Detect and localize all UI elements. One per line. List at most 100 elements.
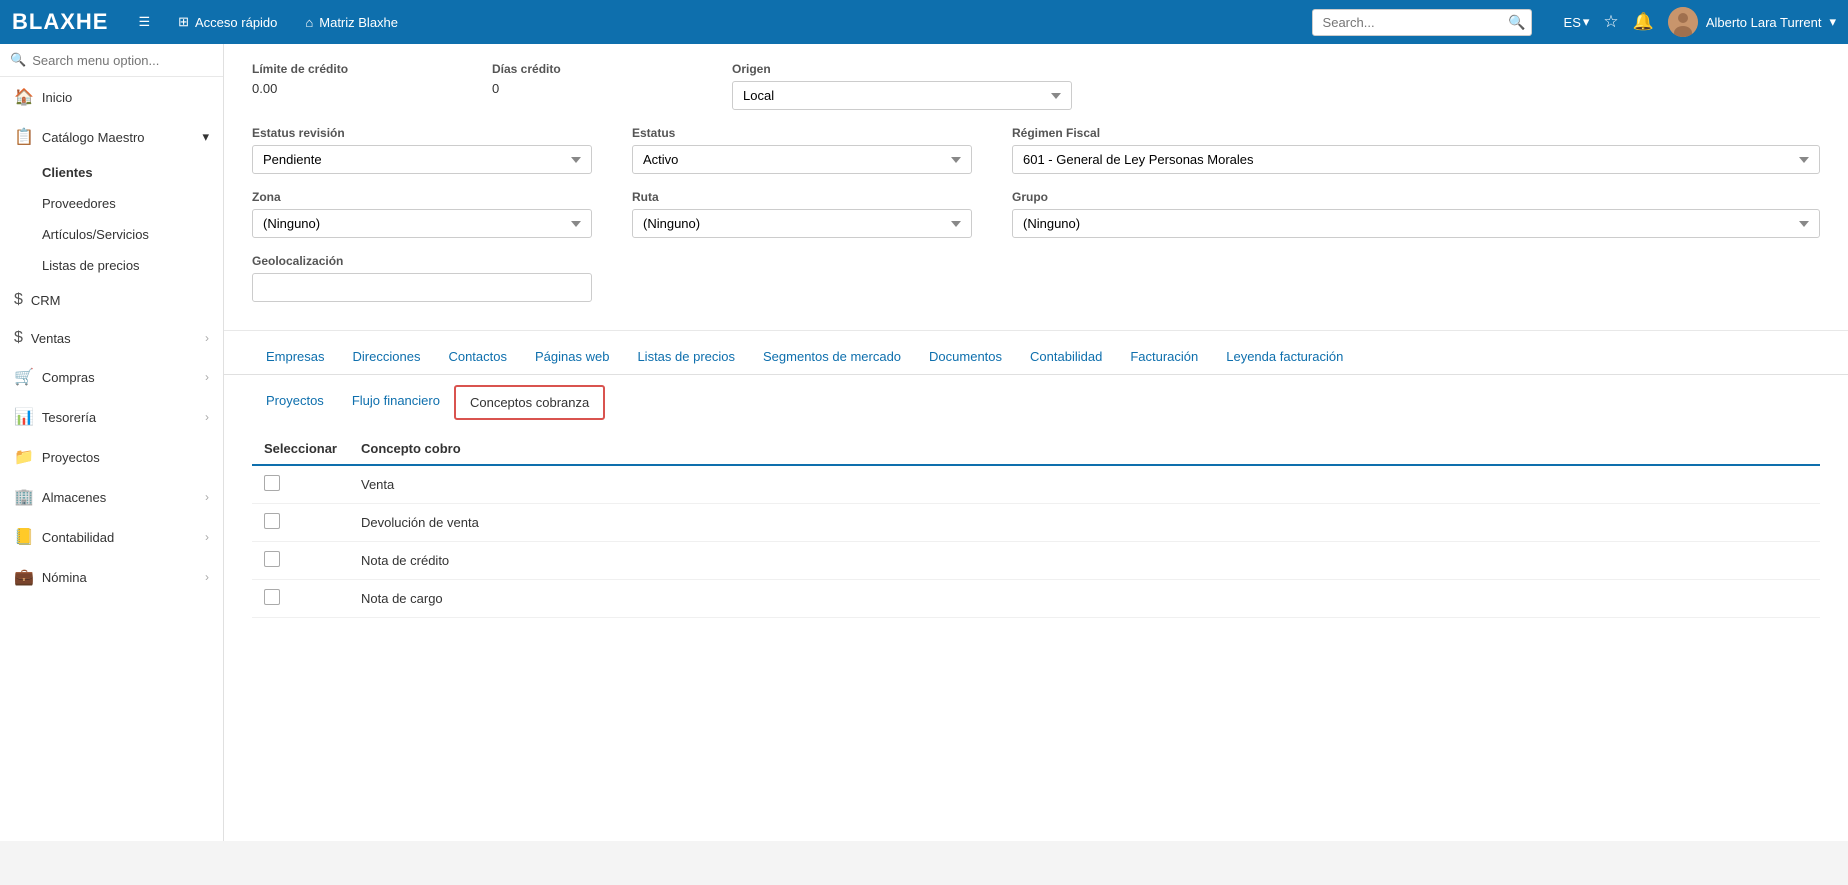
nomina-icon: 💼 [14,567,34,587]
sidebar-label-almacenes: Almacenes [42,490,197,505]
table-row: Nota de cargo [252,580,1820,618]
grid-icon: ⊞ [178,14,189,30]
sidebar-item-compras[interactable]: 🛒 Compras › [0,357,223,397]
tab-listas-precios[interactable]: Listas de precios [623,341,749,374]
chevron-right-icon-3: › [205,410,209,424]
form-row-4: Geolocalización [252,254,1820,302]
form-row-2: Estatus revisión Pendiente Aprobado Rech… [252,126,1820,174]
tab-facturacion[interactable]: Facturación [1116,341,1212,374]
tab-direcciones[interactable]: Direcciones [339,341,435,374]
tab-conceptos-cobranza[interactable]: Conceptos cobranza [454,385,605,420]
select-regimen-fiscal[interactable]: 601 - General de Ley Personas Morales 60… [1012,145,1820,174]
tab-contactos[interactable]: Contactos [434,341,521,374]
tab-leyenda[interactable]: Leyenda facturación [1212,341,1357,374]
sidebar-item-nomina[interactable]: 💼 Nómina › [0,557,223,597]
user-menu[interactable]: Alberto Lara Turrent ▾ [1668,7,1836,37]
select-ruta[interactable]: (Ninguno) Ruta 1 Ruta 2 [632,209,972,238]
cell-concepto-0: Venta [349,465,1820,504]
value-dias-credito: 0 [492,81,692,96]
chevron-down-icon: ▾ [202,129,209,145]
favorites-button[interactable]: ☆ [1603,12,1618,32]
sidebar-label-tesoreria: Tesorería [42,410,197,425]
sidebar-item-proyectos[interactable]: 📁 Proyectos [0,437,223,477]
checkbox-1[interactable] [264,513,280,529]
label-grupo: Grupo [1012,190,1820,204]
language-selector[interactable]: ES ▾ [1564,14,1590,30]
tabs-row-1: Empresas Direcciones Contactos Páginas w… [224,331,1848,375]
tab-paginas-web[interactable]: Páginas web [521,341,623,374]
select-zona[interactable]: (Ninguno) Norte Sur Centro [252,209,592,238]
sidebar-item-catalogo[interactable]: 📋 Catálogo Maestro ▾ [0,117,223,157]
field-regimen-fiscal: Régimen Fiscal 601 - General de Ley Pers… [1012,126,1820,174]
sidebar-item-clientes[interactable]: Clientes [28,157,223,188]
search-bar: 🔍 [1312,9,1532,36]
select-grupo[interactable]: (Ninguno) Grupo A Grupo B [1012,209,1820,238]
cell-checkbox-1 [252,504,349,542]
app-layout: 🔍 🏠 Inicio 📋 Catálogo Maestro ▾ Clientes… [0,44,1848,841]
cell-checkbox-2 [252,542,349,580]
sidebar-label-nomina: Nómina [42,570,197,585]
sidebar-children-catalogo: Clientes Proveedores Artículos/Servicios… [0,157,223,281]
checkbox-0[interactable] [264,475,280,491]
table-row: Devolución de venta [252,504,1820,542]
field-origen: Origen Local Foráneo Extranjero [732,62,1072,110]
cell-concepto-3: Nota de cargo [349,580,1820,618]
tab-proyectos[interactable]: Proyectos [252,385,338,419]
sidebar-label-inicio: Inicio [42,90,209,105]
sidebar-search-wrap: 🔍 [0,44,223,77]
hamburger-icon: ☰ [138,14,150,30]
field-zona: Zona (Ninguno) Norte Sur Centro [252,190,592,238]
company-button[interactable]: ⌂ Matriz Blaxhe [299,11,404,34]
value-limite-credito: 0.00 [252,81,452,96]
tab-contabilidad[interactable]: Contabilidad [1016,341,1116,374]
label-estatus: Estatus [632,126,972,140]
sidebar-item-articulos[interactable]: Artículos/Servicios [28,219,223,250]
select-origen[interactable]: Local Foráneo Extranjero [732,81,1072,110]
label-geolocalizacion: Geolocalización [252,254,592,268]
top-right-actions: ES ▾ ☆ 🔔 Alberto Lara Turrent ▾ [1564,7,1836,37]
sidebar-label-ventas: Ventas [31,331,197,346]
sidebar-item-inicio[interactable]: 🏠 Inicio [0,77,223,117]
label-regimen-fiscal: Régimen Fiscal [1012,126,1820,140]
select-estatus[interactable]: Activo Inactivo [632,145,972,174]
quick-access-button[interactable]: ⊞ Acceso rápido [172,10,283,34]
checkbox-2[interactable] [264,551,280,567]
ventas-icon: $ [14,329,23,347]
field-grupo: Grupo (Ninguno) Grupo A Grupo B [1012,190,1820,238]
form-row-1: Límite de crédito 0.00 Días crédito 0 Or… [252,62,1820,110]
field-ruta: Ruta (Ninguno) Ruta 1 Ruta 2 [632,190,972,238]
label-zona: Zona [252,190,592,204]
sidebar-item-tesoreria[interactable]: 📊 Tesorería › [0,397,223,437]
tabs-row-2: Proyectos Flujo financiero Conceptos cob… [224,375,1848,423]
sidebar-item-proveedores[interactable]: Proveedores [28,188,223,219]
avatar [1668,7,1698,37]
tab-segmentos[interactable]: Segmentos de mercado [749,341,915,374]
tab-documentos[interactable]: Documentos [915,341,1016,374]
global-search-input[interactable] [1312,9,1532,36]
sidebar-search-input[interactable] [32,53,213,68]
notifications-button[interactable]: 🔔 [1633,12,1654,32]
sidebar: 🔍 🏠 Inicio 📋 Catálogo Maestro ▾ Clientes… [0,44,224,841]
sidebar-item-almacenes[interactable]: 🏢 Almacenes › [0,477,223,517]
crm-icon: $ [14,291,23,309]
top-navbar: BLAXHE ☰ ⊞ Acceso rápido ⌂ Matriz Blaxhe… [0,0,1848,44]
tab-empresas[interactable]: Empresas [252,341,339,374]
contabilidad-icon: 📒 [14,527,34,547]
input-geolocalizacion[interactable] [252,273,592,302]
sidebar-label-compras: Compras [42,370,197,385]
hamburger-menu-button[interactable]: ☰ [132,10,156,34]
sidebar-item-contabilidad[interactable]: 📒 Contabilidad › [0,517,223,557]
bell-icon: 🔔 [1633,12,1654,31]
checkbox-3[interactable] [264,589,280,605]
sidebar-item-crm[interactable]: $ CRM [0,281,223,319]
tab-flujo-financiero[interactable]: Flujo financiero [338,385,454,419]
sidebar-item-listas[interactable]: Listas de precios [28,250,223,281]
sidebar-item-ventas[interactable]: $ Ventas › [0,319,223,357]
sidebar-label-contabilidad: Contabilidad [42,530,197,545]
compras-icon: 🛒 [14,367,34,387]
search-button[interactable]: 🔍 [1508,14,1525,31]
cell-concepto-1: Devolución de venta [349,504,1820,542]
catalog-icon: 📋 [14,127,34,147]
select-estatus-revision[interactable]: Pendiente Aprobado Rechazado [252,145,592,174]
form-row-3: Zona (Ninguno) Norte Sur Centro Ruta (Ni… [252,190,1820,238]
